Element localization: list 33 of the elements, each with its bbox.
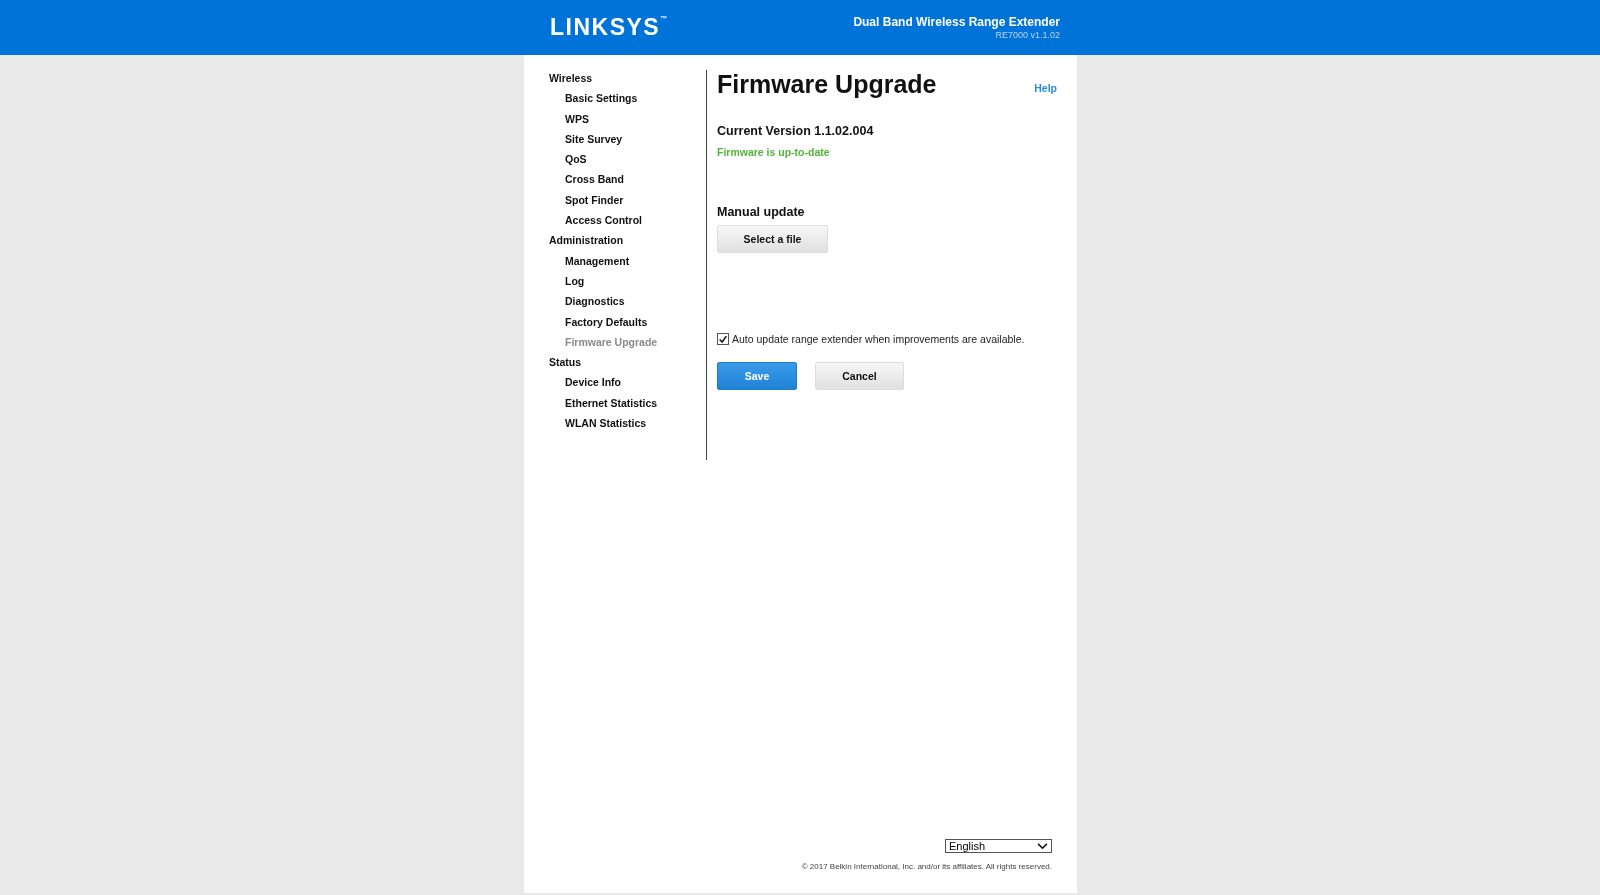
cancel-button[interactable]: Cancel — [815, 362, 904, 390]
nav-item[interactable]: Cross Band — [549, 171, 706, 192]
checkbox-label: Auto update range extender when improvements are available. — [732, 333, 1025, 345]
nav-item[interactable]: Device Info — [549, 374, 706, 395]
copyright-text: © 2017 Belkin International, Inc. and/or its affiliates. All rights reserved. — [801, 862, 1052, 871]
nav-item[interactable]: WLAN Statistics — [549, 415, 706, 436]
select-file-button[interactable]: Select a file — [717, 225, 828, 253]
nav-item[interactable]: Ethernet Statistics — [549, 394, 706, 416]
chevron-down-icon — [1037, 842, 1048, 850]
logo: LINKSYS$^{™}$ — [550, 14, 668, 41]
checkbox[interactable] — [717, 333, 729, 345]
current-version: Current Version 1.1.02.004 — [717, 124, 875, 138]
nav-item[interactable]: Firmware Upgrade — [549, 333, 706, 355]
nav-item[interactable]: Basic Settings — [549, 90, 706, 111]
nav-item[interactable]: Access Control — [549, 212, 706, 233]
nav-item[interactable]: QoS — [549, 151, 706, 172]
page-title: Firmware Upgrade — [717, 70, 937, 99]
language-dropdown[interactable]: English — [945, 839, 1052, 853]
help-link[interactable]: Help — [1034, 81, 1057, 94]
model-version: RE7000 v1.1.02 — [994, 30, 1060, 40]
section-heading: Manual update — [717, 205, 806, 219]
nav-item[interactable]: Log — [549, 272, 706, 294]
nav-item[interactable]: Diagnostics — [549, 293, 706, 314]
product-name: Dual Band Wireless Range Extender — [853, 15, 1060, 29]
nav-item[interactable]: Site Survey — [549, 130, 706, 152]
firmware-status: Firmware is up-to-date — [717, 146, 831, 158]
nav-group: Status — [549, 354, 706, 375]
nav-item[interactable]: WPS — [549, 110, 706, 131]
nav-group: Wireless — [549, 70, 706, 91]
nav-item[interactable]: Spot Finder — [549, 191, 706, 213]
nav-group: Administration — [549, 232, 706, 253]
nav-item[interactable]: Management — [549, 252, 706, 273]
nav-item[interactable]: Factory Defaults — [549, 313, 706, 334]
